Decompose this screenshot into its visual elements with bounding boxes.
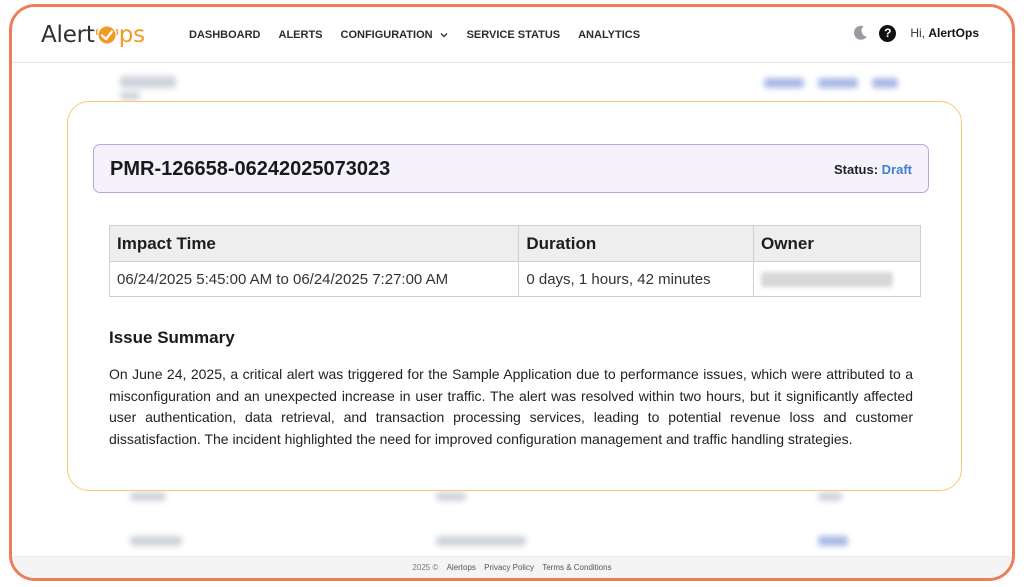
nav-right-group: ? Hi, AlertOps bbox=[851, 24, 979, 42]
top-navbar: Alert ps DASHBOARD ALERTS CONFIGURATION … bbox=[12, 7, 1012, 63]
bg-placeholder bbox=[436, 536, 526, 546]
bg-placeholder bbox=[130, 492, 166, 501]
issue-summary-text: On June 24, 2025, a critical alert was t… bbox=[109, 366, 913, 447]
impact-table-header-row: Impact Time Duration Owner bbox=[108, 225, 921, 262]
nav-dashboard-label: DASHBOARD bbox=[189, 29, 261, 41]
table-row: 06/24/2025 5:45:00 AM to 06/24/2025 7:27… bbox=[108, 261, 921, 297]
logo-text-right: ps bbox=[118, 22, 145, 48]
cell-impact-time: 06/24/2025 5:45:00 AM to 06/24/2025 7:27… bbox=[108, 261, 520, 297]
app-frame: Alert ps DASHBOARD ALERTS CONFIGURATION … bbox=[9, 4, 1015, 581]
footer-privacy-link[interactable]: Privacy Policy bbox=[484, 563, 534, 572]
greeting-user: AlertOps bbox=[928, 26, 979, 40]
status-value: Draft bbox=[881, 162, 912, 177]
pmr-report-card: PMR-126658-06242025073023 Status: Draft … bbox=[67, 101, 962, 491]
chevron-down-icon bbox=[440, 33, 448, 38]
nav-analytics-label: ANALYTICS bbox=[578, 29, 641, 41]
page-footer: 2025 © Alertops Privacy Policy Terms & C… bbox=[12, 556, 1012, 578]
footer-copyright: 2025 © bbox=[412, 563, 439, 572]
main-nav: DASHBOARD ALERTS CONFIGURATION SERVICE S… bbox=[189, 29, 658, 41]
user-greeting[interactable]: Hi, AlertOps bbox=[910, 26, 979, 40]
bg-placeholder bbox=[818, 536, 848, 546]
footer-company-link[interactable]: Alertops bbox=[447, 563, 476, 572]
help-icon[interactable]: ? bbox=[879, 24, 897, 42]
bg-placeholder bbox=[764, 78, 804, 88]
moon-icon[interactable] bbox=[851, 24, 869, 42]
nav-service-status-label: SERVICE STATUS bbox=[466, 29, 561, 41]
nav-dashboard[interactable]: DASHBOARD bbox=[189, 29, 261, 41]
report-title-bar: PMR-126658-06242025073023 Status: Draft bbox=[93, 144, 929, 193]
report-id-title: PMR-126658-06242025073023 bbox=[110, 158, 391, 180]
logo-text-left: Alert bbox=[41, 22, 95, 48]
bg-placeholder bbox=[818, 492, 842, 501]
bg-placeholder bbox=[872, 78, 898, 88]
nav-alerts-label: ALERTS bbox=[278, 29, 323, 41]
header-owner: Owner bbox=[753, 225, 921, 262]
bg-placeholder bbox=[130, 536, 182, 546]
bg-placeholder bbox=[120, 92, 140, 100]
nav-alerts[interactable]: ALERTS bbox=[279, 29, 323, 41]
header-duration: Duration bbox=[518, 225, 755, 262]
bg-placeholder bbox=[436, 492, 466, 501]
status-label: Status: bbox=[833, 162, 879, 177]
alertops-logo[interactable]: Alert ps bbox=[41, 20, 145, 50]
report-status: Status: Draft bbox=[834, 162, 912, 177]
logo-bell-icon bbox=[95, 26, 118, 44]
bg-placeholder bbox=[120, 76, 176, 88]
issue-summary-heading: Issue Summary bbox=[109, 328, 235, 347]
nav-service-status[interactable]: SERVICE STATUS bbox=[467, 29, 561, 41]
nav-configuration[interactable]: CONFIGURATION bbox=[341, 29, 449, 41]
greeting-prefix: Hi, bbox=[910, 26, 929, 40]
owner-name-redacted bbox=[761, 272, 894, 288]
cell-duration: 0 days, 1 hours, 42 minutes bbox=[518, 261, 755, 297]
header-impact-time: Impact Time bbox=[108, 225, 520, 262]
nav-configuration-label: CONFIGURATION bbox=[340, 29, 433, 41]
cell-owner bbox=[753, 261, 921, 297]
bg-placeholder bbox=[818, 78, 858, 88]
footer-terms-link[interactable]: Terms & Conditions bbox=[542, 563, 611, 572]
nav-analytics[interactable]: ANALYTICS bbox=[578, 29, 640, 41]
impact-table: Impact Time Duration Owner 06/24/2025 5:… bbox=[108, 225, 921, 297]
